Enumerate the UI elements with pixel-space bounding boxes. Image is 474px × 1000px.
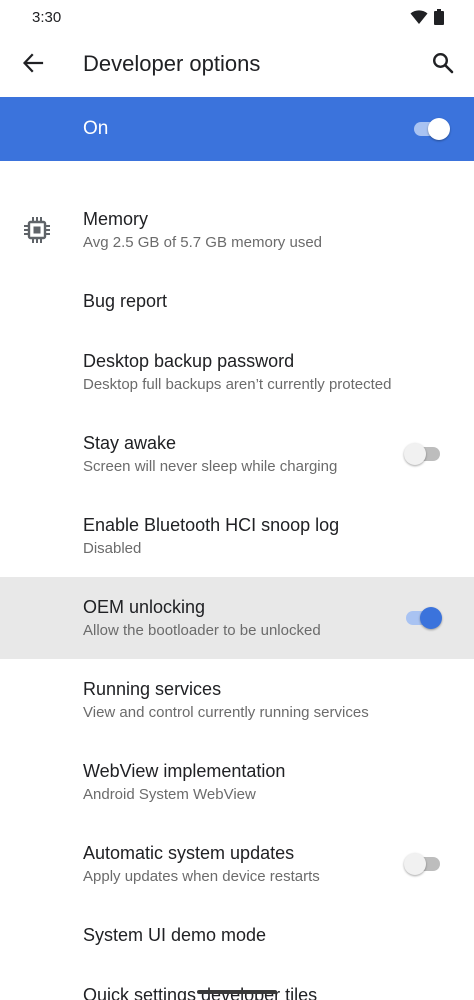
master-switch-label: On <box>83 118 109 139</box>
status-icons <box>410 9 444 30</box>
master-toggle-thumb <box>428 118 450 140</box>
status-time: 3:30 <box>32 9 62 26</box>
setting-stay-awake[interactable]: Stay awake Screen will never sleep while… <box>0 414 474 496</box>
page-title: Developer options <box>83 51 261 76</box>
setting-title: Stay awake <box>83 433 177 453</box>
master-toggle[interactable] <box>412 117 452 141</box>
status-bar: 3:30 <box>0 0 474 34</box>
automatic-updates-toggle[interactable] <box>404 852 444 876</box>
setting-subtitle: Screen will never sleep while charging <box>83 458 338 475</box>
setting-title: Enable Bluetooth HCI snoop log <box>83 515 340 535</box>
search-button[interactable] <box>426 48 460 82</box>
setting-title: OEM unlocking <box>83 597 206 617</box>
master-switch-bar[interactable]: On <box>0 97 474 161</box>
setting-title: Automatic system updates <box>83 843 295 863</box>
setting-subtitle: Allow the bootloader to be unlocked <box>83 622 321 639</box>
battery-icon <box>434 9 444 30</box>
back-button[interactable] <box>16 48 50 82</box>
setting-subtitle: Avg 2.5 GB of 5.7 GB memory used <box>83 234 323 251</box>
wifi-icon <box>410 9 428 30</box>
setting-memory[interactable]: Memory Avg 2.5 GB of 5.7 GB memory used <box>0 168 474 251</box>
setting-subtitle: Disabled <box>83 540 142 557</box>
setting-oem-unlocking[interactable]: OEM unlocking Allow the bootloader to be… <box>0 577 474 659</box>
setting-title: Desktop backup password <box>83 351 295 371</box>
setting-title: Bug report <box>83 291 168 311</box>
search-icon <box>432 52 454 79</box>
setting-title: System UI demo mode <box>83 925 267 945</box>
setting-desktop-backup-password[interactable]: Desktop backup password Desktop full bac… <box>0 332 474 414</box>
setting-title: Running services <box>83 679 222 699</box>
toggle-thumb <box>404 853 426 875</box>
setting-webview-implementation[interactable]: WebView implementation Android System We… <box>0 742 474 824</box>
memory-chip-icon <box>20 213 54 247</box>
setting-subtitle: Android System WebView <box>83 786 256 803</box>
setting-title: WebView implementation <box>83 761 286 781</box>
toggle-thumb <box>404 443 426 465</box>
setting-quick-settings-developer-tiles[interactable]: Quick settings developer tiles <box>0 968 474 1000</box>
oem-unlocking-toggle[interactable] <box>404 606 444 630</box>
stay-awake-toggle[interactable] <box>404 442 444 466</box>
setting-automatic-system-updates[interactable]: Automatic system updates Apply updates w… <box>0 824 474 906</box>
setting-subtitle: View and control currently running servi… <box>83 704 369 721</box>
setting-running-services[interactable]: Running services View and control curren… <box>0 660 474 742</box>
setting-bluetooth-hci-snoop-log[interactable]: Enable Bluetooth HCI snoop log Disabled <box>0 496 474 578</box>
setting-subtitle: Desktop full backups aren’t currently pr… <box>83 376 392 393</box>
back-arrow-icon <box>22 52 44 79</box>
toggle-thumb <box>420 607 442 629</box>
app-bar: Developer options <box>0 34 474 96</box>
setting-subtitle: Apply updates when device restarts <box>83 868 320 885</box>
setting-title: Memory <box>83 209 149 229</box>
gesture-nav-handle[interactable] <box>197 990 277 994</box>
